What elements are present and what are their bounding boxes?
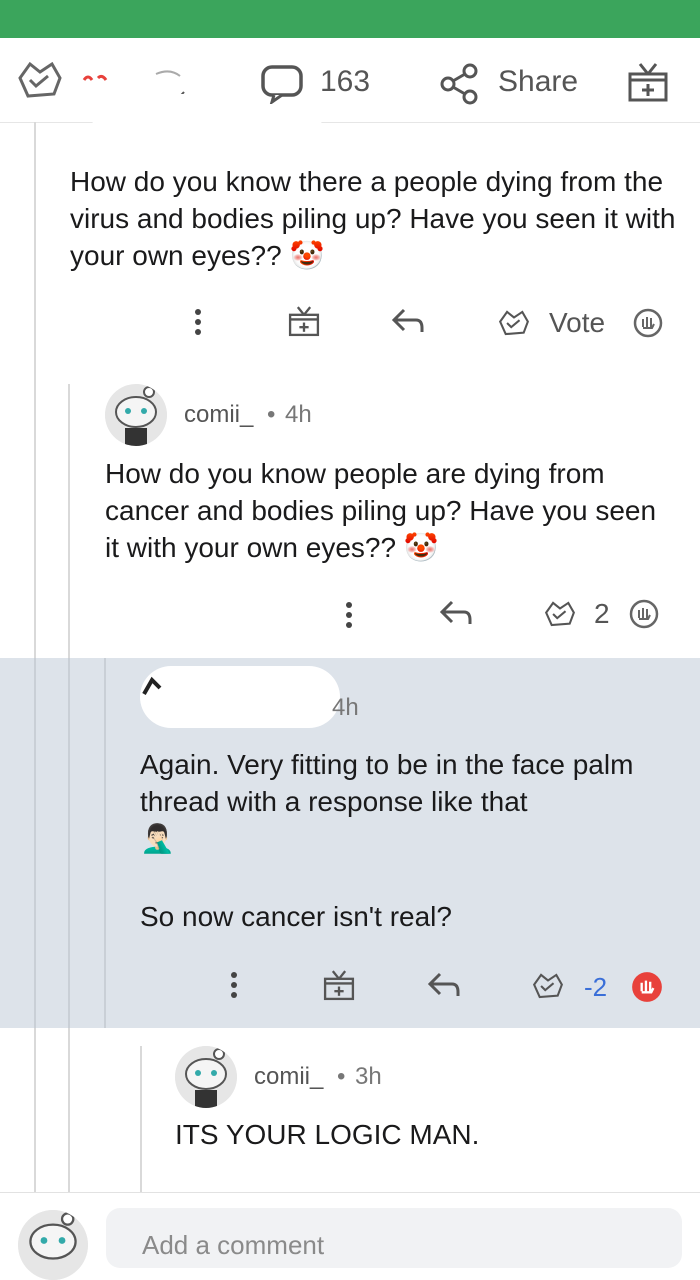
comment-2-body: How do you know people are dying from ca… [105, 458, 657, 563]
comment-bubble-icon[interactable] [260, 64, 304, 104]
award-icon[interactable] [322, 968, 356, 1002]
username[interactable]: comii_ [184, 401, 253, 429]
reply-icon[interactable] [390, 306, 426, 336]
more-options-icon[interactable] [231, 968, 237, 1002]
award-icon[interactable] [287, 304, 321, 338]
reply-icon[interactable] [426, 970, 462, 1000]
clown-emoji: 🤡 [403, 532, 439, 563]
comment-4-body: ITS YOUR LOGIC MAN. [175, 1119, 480, 1150]
vote-label: Vote [549, 307, 606, 338]
redaction-blob [92, 94, 322, 164]
score: 2 [594, 598, 610, 629]
comment-count: 163 [320, 65, 371, 98]
timestamp: 4h [332, 694, 359, 721]
share-icon[interactable] [438, 62, 482, 106]
dot-separator: • [337, 1063, 346, 1090]
thread-line-2[interactable] [68, 1028, 70, 1192]
post-action-bar: 163 Share [0, 38, 700, 164]
timestamp: 3h [355, 1063, 382, 1090]
thread-line-2[interactable] [68, 658, 70, 1028]
facepalm-emoji: 🤦🏻‍♂️ [140, 823, 175, 854]
downvote-icon[interactable] [630, 970, 664, 1004]
comment-3-body: Again. Very fitting to be in the face pa… [140, 749, 634, 854]
more-options-icon[interactable] [195, 305, 201, 339]
username[interactable]: comii_ [254, 1063, 323, 1091]
redacted-username [140, 666, 340, 728]
comment-1-body: How do you know there a people dying fro… [70, 166, 676, 271]
upvote-icon[interactable] [14, 58, 66, 102]
thread-line-1[interactable] [34, 122, 36, 1192]
thread-line-2[interactable] [68, 384, 70, 658]
top-bar [0, 0, 700, 38]
comment-3-body-2: So now cancer isn't real? [140, 901, 452, 932]
thread-line-4[interactable] [140, 1046, 142, 1192]
timestamp: 4h [285, 401, 312, 428]
downvote-icon[interactable] [628, 598, 660, 630]
score: -2 [584, 972, 608, 1002]
share-button[interactable]: Share [498, 65, 578, 99]
avatar[interactable] [175, 1046, 237, 1108]
thread-line-1[interactable] [34, 658, 36, 1028]
clown-emoji: 🤡 [289, 240, 325, 271]
upvote-icon[interactable] [496, 307, 532, 339]
avatar[interactable] [140, 676, 164, 700]
downvote-icon[interactable] [632, 307, 664, 339]
dot-separator: • [267, 401, 276, 428]
avatar[interactable] [18, 1210, 88, 1280]
reply-icon[interactable] [438, 598, 474, 628]
comment-input-placeholder: Add a comment [142, 1230, 325, 1260]
more-options-icon[interactable] [346, 598, 352, 632]
comment-input[interactable]: Add a comment [106, 1208, 682, 1268]
upvote-icon[interactable] [530, 970, 566, 1002]
avatar[interactable] [105, 384, 167, 446]
upvote-icon[interactable] [542, 598, 578, 630]
award-icon[interactable] [626, 60, 670, 104]
thread-line-3[interactable] [104, 658, 106, 1028]
